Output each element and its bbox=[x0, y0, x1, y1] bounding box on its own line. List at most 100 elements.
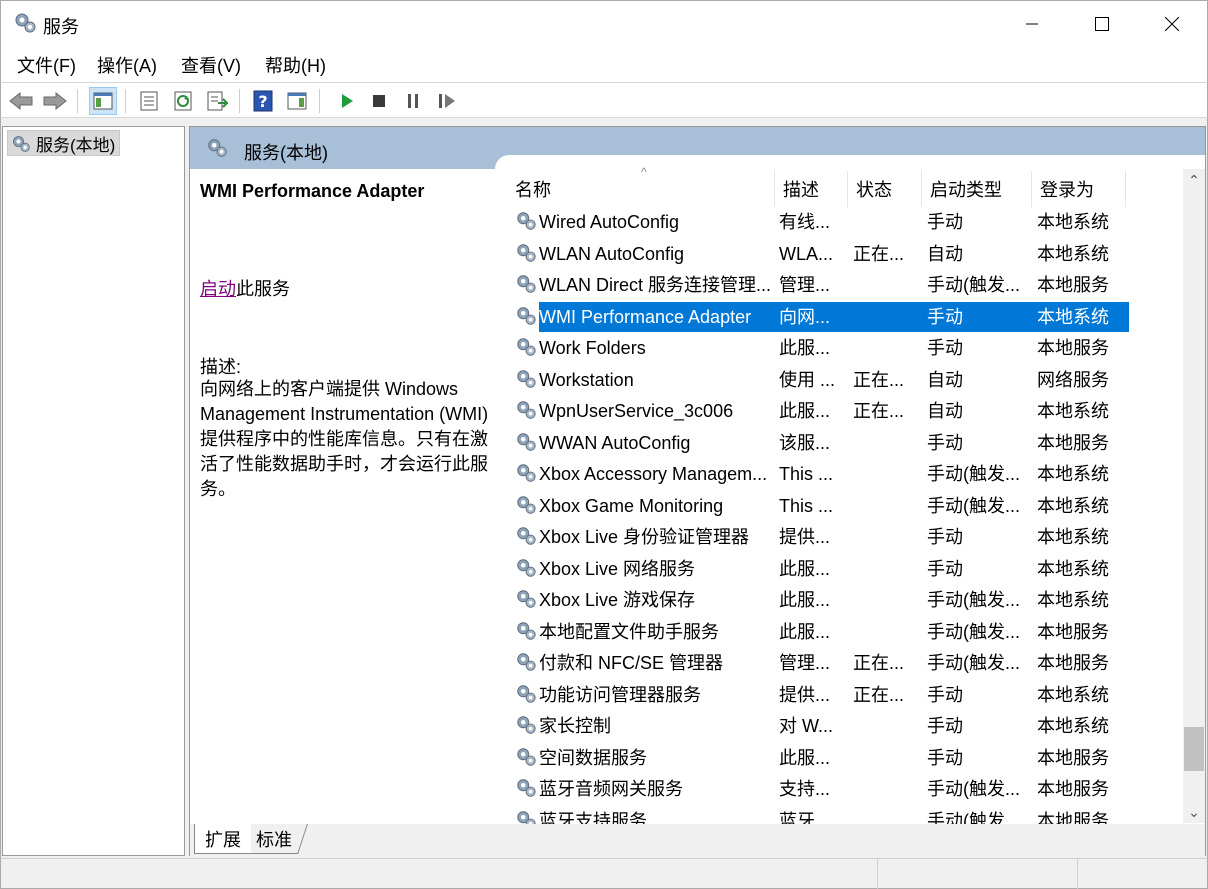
scroll-thumb[interactable] bbox=[1184, 727, 1204, 771]
column-header-name[interactable]: 名称 bbox=[495, 171, 775, 207]
menu-help[interactable]: 帮助(H) bbox=[265, 52, 326, 78]
stop-icon[interactable] bbox=[365, 87, 393, 115]
play-icon[interactable] bbox=[333, 87, 361, 115]
maximize-button[interactable] bbox=[1067, 1, 1137, 47]
service-description: 此服... bbox=[779, 338, 831, 358]
service-startup-type: 手动(触发... bbox=[927, 275, 1020, 295]
close-button[interactable] bbox=[1137, 1, 1207, 47]
service-row[interactable]: 家长控制 对 W... 手动 本地系统 bbox=[515, 711, 1129, 741]
tab-standard-label: 标准 bbox=[256, 829, 293, 850]
service-startup-type: 自动 bbox=[927, 243, 963, 264]
gear-icon bbox=[515, 399, 537, 426]
service-name: 本地配置文件助手服务 bbox=[539, 621, 719, 642]
menu-view[interactable]: 查看(V) bbox=[181, 52, 241, 78]
service-row[interactable]: 功能访问管理器服务 提供... 正在... 手动 本地系统 bbox=[515, 680, 1129, 710]
service-row[interactable]: 空间数据服务 此服... 手动 本地服务 bbox=[515, 743, 1129, 773]
gear-icon bbox=[515, 368, 537, 395]
service-row[interactable]: Xbox Game Monitoring This ... 手动(触发... 本地系统 bbox=[515, 491, 1129, 521]
gear-icon bbox=[515, 494, 537, 521]
service-startup-type: 手动(触发... bbox=[927, 779, 1020, 799]
resume-icon[interactable] bbox=[433, 87, 461, 115]
forward-arrow-icon[interactable] bbox=[41, 87, 69, 115]
properties-icon[interactable] bbox=[135, 87, 163, 115]
service-startup-type: 手动 bbox=[927, 527, 963, 547]
service-logon-as: 本地系统 bbox=[1037, 527, 1109, 547]
console-tree-icon[interactable] bbox=[89, 87, 117, 115]
column-header-description[interactable]: 描述 bbox=[775, 171, 848, 207]
status-bar bbox=[0, 858, 1208, 889]
service-row[interactable]: WpnUserService_3c006 此服... 正在... 自动 本地系统 bbox=[515, 396, 1129, 426]
service-name: 蓝牙音频网关服务 bbox=[539, 779, 683, 799]
service-startup-type: 手动 bbox=[927, 212, 963, 232]
gear-icon bbox=[515, 525, 537, 552]
service-logon-as: 本地服务 bbox=[1037, 338, 1109, 358]
service-name: Wired AutoConfig bbox=[539, 212, 680, 232]
scroll-down-icon[interactable]: ⌄ bbox=[1183, 801, 1205, 823]
refresh-icon[interactable] bbox=[169, 87, 197, 115]
service-description: This ... bbox=[779, 495, 834, 516]
menu-file[interactable]: 文件(F) bbox=[17, 52, 76, 78]
pause-icon[interactable] bbox=[399, 87, 427, 115]
service-name: Xbox Game Monitoring bbox=[539, 495, 724, 516]
service-row[interactable]: 付款和 NFC/SE 管理器 管理... 正在... 手动(触发... 本地服务 bbox=[515, 648, 1129, 678]
service-logon-as: 本地系统 bbox=[1037, 495, 1109, 516]
gear-icon bbox=[515, 273, 537, 300]
service-row[interactable]: 蓝牙支持服务 蓝牙... 手动(触发... 本地服务 bbox=[515, 806, 1129, 826]
title-bar: 服务 bbox=[0, 0, 1208, 46]
service-logon-as: 本地服务 bbox=[1037, 275, 1109, 295]
description-label: 描述: bbox=[200, 357, 242, 377]
service-name: WLAN AutoConfig bbox=[539, 243, 685, 264]
service-name: Xbox Live 网络服务 bbox=[539, 558, 696, 579]
service-description: 蓝牙... bbox=[779, 810, 831, 826]
service-name: WpnUserService_3c006 bbox=[539, 401, 734, 421]
service-description: 此服... bbox=[779, 747, 831, 768]
description-text: 向网络上的客户端提供 Windows Management Instrument… bbox=[200, 379, 489, 499]
export-list-icon[interactable] bbox=[203, 87, 231, 115]
service-row[interactable]: Workstation 使用 ... 正在... 自动 网络服务 bbox=[515, 365, 1129, 395]
service-status: 正在... bbox=[853, 684, 905, 705]
service-row[interactable]: WMI Performance Adapter 向网... 手动 本地系统 bbox=[515, 301, 1129, 332]
service-row[interactable]: WLAN Direct 服务连接管理... 管理... 手动(触发... 本地服务 bbox=[515, 270, 1129, 300]
vertical-scrollbar[interactable]: ⌃ ⌄ bbox=[1183, 169, 1205, 823]
service-row[interactable]: Xbox Live 身份验证管理器 提供... 手动 本地系统 bbox=[515, 522, 1129, 552]
console-tree: 服务(本地) bbox=[2, 126, 185, 856]
gear-icon bbox=[515, 431, 537, 458]
service-row[interactable]: Work Folders 此服... 手动 本地服务 bbox=[515, 333, 1129, 363]
service-logon-as: 本地服务 bbox=[1037, 747, 1109, 768]
service-status: 正在... bbox=[853, 653, 905, 673]
help-icon[interactable]: ? bbox=[249, 87, 277, 115]
service-row[interactable]: WLAN AutoConfig WLA... 正在... 自动 本地系统 bbox=[515, 239, 1129, 269]
service-action: 启动此服务 bbox=[200, 275, 290, 301]
service-name: 家长控制 bbox=[539, 716, 611, 736]
service-row[interactable]: Xbox Accessory Managem... This ... 手动(触发..… bbox=[515, 459, 1129, 489]
svg-text:?: ? bbox=[258, 92, 267, 111]
service-row[interactable]: Wired AutoConfig 有线... 手动 本地系统 bbox=[515, 207, 1129, 237]
service-row[interactable]: Xbox Live 游戏保存 此服... 手动(触发... 本地系统 bbox=[515, 585, 1129, 615]
minimize-button[interactable] bbox=[997, 1, 1067, 47]
service-status bbox=[853, 585, 915, 615]
gear-icon bbox=[515, 336, 537, 363]
status-segment bbox=[1077, 859, 1207, 889]
column-header-status[interactable]: 状态 bbox=[848, 171, 922, 207]
column-header-startup-type[interactable]: 启动类型 bbox=[922, 171, 1032, 207]
tab-standard[interactable]: 标准 bbox=[241, 824, 308, 854]
list-header: ^ 名称 描述 状态 启动类型 登录为 bbox=[495, 165, 1183, 207]
action-pane-icon[interactable] bbox=[283, 87, 311, 115]
column-header-logon-as[interactable]: 登录为 bbox=[1032, 171, 1126, 207]
service-description: 管理... bbox=[779, 653, 831, 673]
start-service-link[interactable]: 启动 bbox=[200, 279, 236, 299]
menu-action[interactable]: 操作(A) bbox=[97, 52, 157, 78]
service-row[interactable]: 蓝牙音频网关服务 支持... 手动(触发... 本地服务 bbox=[515, 774, 1129, 804]
scroll-up-icon[interactable]: ⌃ bbox=[1183, 169, 1205, 191]
service-status bbox=[853, 491, 915, 521]
service-startup-type: 手动(触发... bbox=[927, 464, 1020, 484]
back-arrow-icon[interactable] bbox=[7, 87, 35, 115]
tree-item-services-local[interactable]: 服务(本地) bbox=[7, 130, 121, 156]
service-description: 提供... bbox=[779, 527, 831, 547]
service-row[interactable]: WWAN AutoConfig 该服... 手动 本地服务 bbox=[515, 428, 1129, 458]
service-startup-type: 手动 bbox=[927, 684, 963, 705]
service-description: 此服... bbox=[779, 401, 831, 421]
service-row[interactable]: Xbox Live 网络服务 此服... 手动 本地系统 bbox=[515, 554, 1129, 584]
service-row[interactable]: 本地配置文件助手服务 此服... 手动(触发... 本地服务 bbox=[515, 617, 1129, 647]
gear-icon bbox=[515, 777, 537, 804]
